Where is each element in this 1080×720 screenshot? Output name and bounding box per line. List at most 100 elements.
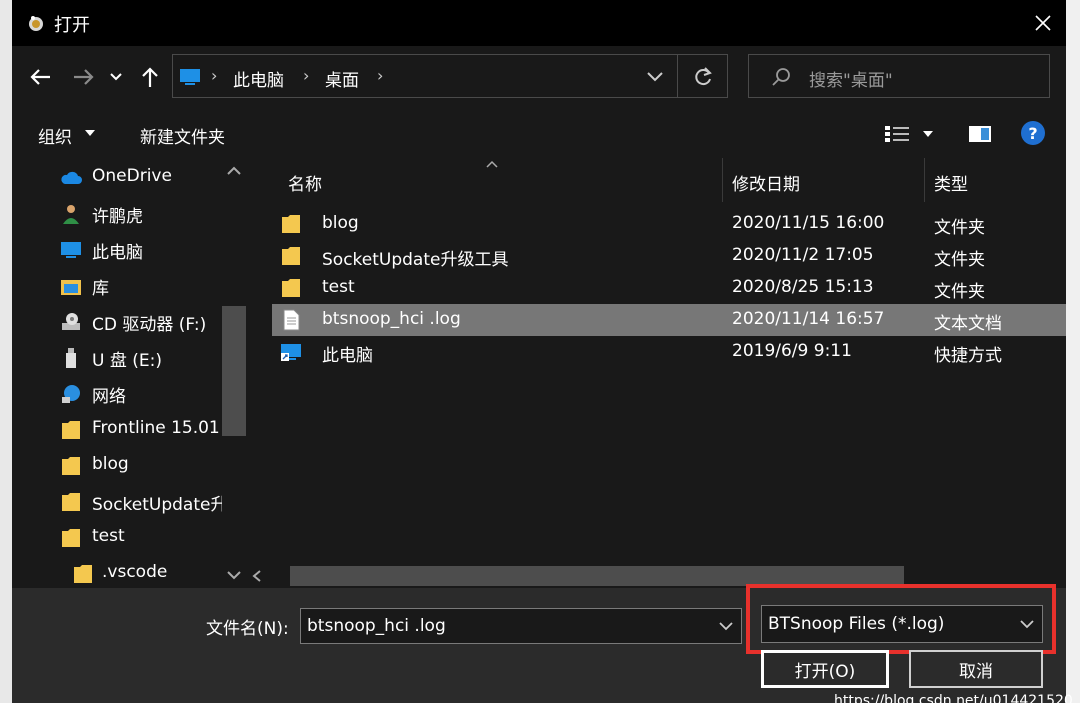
file-name: test — [322, 277, 355, 297]
organize-button[interactable]: 组织 — [38, 123, 72, 148]
library-icon — [61, 280, 81, 295]
column-header-name[interactable]: 名称 — [288, 170, 322, 195]
folder-icon — [74, 565, 92, 583]
sidebar-item-label: OneDrive — [92, 166, 172, 186]
watermark-text: https://blog.csdn.net/u014421520 — [834, 693, 1073, 709]
help-button[interactable]: ? — [1021, 121, 1045, 145]
file-row-btsnoop-log[interactable]: btsnoop_hci .log 2020/11/14 16:57 文本文档 — [272, 304, 1066, 336]
cancel-button[interactable]: 取消 — [909, 650, 1043, 688]
scrollbar-thumb[interactable] — [222, 306, 246, 436]
sidebar-item-socketupdate[interactable]: SocketUpdate升 — [12, 484, 232, 518]
refresh-icon[interactable] — [691, 65, 715, 89]
file-row-test[interactable]: test 2020/8/25 15:13 文件夹 — [272, 272, 1066, 304]
search-placeholder: 搜索"桌面" — [809, 71, 893, 91]
sidebar-item-onedrive[interactable]: OneDrive — [12, 160, 232, 194]
user-icon — [63, 205, 79, 224]
cd-drive-icon — [62, 313, 80, 330]
recent-locations-button[interactable] — [106, 60, 126, 94]
sidebar-item-label: 许鹏虎 — [92, 207, 143, 227]
chevron-down-icon[interactable] — [719, 621, 733, 631]
file-row-blog[interactable]: blog 2020/11/15 16:00 文件夹 — [272, 208, 1066, 240]
column-header-type[interactable]: 类型 — [934, 170, 968, 195]
folder-icon — [282, 215, 300, 233]
folder-icon — [62, 457, 80, 475]
folder-icon — [62, 421, 80, 439]
sort-ascending-icon — [486, 160, 498, 168]
shortcut-icon — [281, 344, 301, 361]
search-icon — [772, 68, 790, 86]
filename-input[interactable]: btsnoop_hci .log — [300, 608, 742, 644]
chevron-down-icon — [1020, 620, 1034, 629]
breadcrumb-separator: › — [211, 66, 218, 85]
usb-drive-icon — [66, 348, 76, 368]
file-date: 2019/6/9 9:11 — [732, 341, 852, 361]
breadcrumb-separator: › — [303, 66, 310, 85]
sidebar-item-label: blog — [92, 454, 129, 474]
chevron-down-icon[interactable] — [643, 67, 667, 87]
breadcrumb-desktop[interactable]: 桌面 — [325, 66, 359, 91]
chevron-left-icon[interactable] — [252, 570, 262, 582]
file-name: SocketUpdate升级工具 — [322, 250, 509, 270]
filename-label: 文件名(N): — [206, 619, 289, 639]
computer-icon — [61, 242, 81, 258]
sidebar-item-label: U 盘 (E:) — [92, 351, 162, 371]
chevron-up-icon[interactable] — [227, 166, 241, 176]
sidebar-item-label: SocketUpdate升 — [92, 495, 228, 515]
back-button[interactable] — [26, 60, 54, 94]
caret-down-icon[interactable] — [922, 129, 934, 139]
file-list: 名称 修改日期 类型 blog 2020/11/15 16:00 文件夹 Soc… — [246, 158, 1066, 588]
address-bar[interactable]: › 此电脑 › 桌面 › — [172, 54, 728, 98]
scrollbar-thumb[interactable] — [290, 566, 904, 586]
sidebar-scrollbar[interactable] — [222, 158, 246, 588]
open-file-dialog: 打开 › 此电脑 › 桌面 › 搜索"桌面" 组织 新建文件夹 ? OneDri… — [12, 0, 1073, 709]
background-window-left — [0, 0, 12, 720]
sidebar-item-blog[interactable]: blog — [12, 448, 232, 482]
search-box[interactable]: 搜索"桌面" — [748, 54, 1050, 98]
sidebar-item-label: .vscode — [102, 562, 168, 582]
file-date: 2020/11/15 16:00 — [732, 213, 885, 233]
sidebar-item-vscode[interactable]: .vscode — [12, 556, 232, 588]
file-type: 文件夹 — [934, 250, 985, 270]
sidebar-item-usb-drive[interactable]: U 盘 (E:) — [12, 340, 232, 374]
sidebar-item-library[interactable]: 库 — [12, 268, 232, 302]
navigation-pane: OneDrive 许鹏虎 此电脑 库 CD 驱动器 (F:) U 盘 (E:) … — [12, 158, 246, 588]
chevron-down-icon[interactable] — [227, 570, 241, 580]
file-type-filter-select[interactable]: BTSnoop Files (*.log) — [761, 605, 1043, 643]
dialog-footer: 文件名(N): btsnoop_hci .log BTSnoop Files (… — [12, 584, 1073, 709]
file-type: 快捷方式 — [934, 346, 1002, 366]
arrow-right-icon — [74, 69, 94, 85]
network-icon — [62, 385, 80, 403]
column-divider[interactable] — [722, 158, 723, 202]
sidebar-item-test[interactable]: test — [12, 520, 232, 554]
file-type: 文本文档 — [934, 314, 1002, 334]
forward-button[interactable] — [70, 60, 98, 94]
sidebar-item-label: 网络 — [92, 387, 126, 407]
text-file-icon — [283, 309, 300, 331]
sidebar-item-label: 库 — [92, 279, 109, 299]
window-title: 打开 — [54, 15, 90, 36]
column-header-date[interactable]: 修改日期 — [732, 170, 800, 195]
file-row-socketupdate[interactable]: SocketUpdate升级工具 2020/11/2 17:05 文件夹 — [272, 240, 1066, 272]
view-options-icon[interactable] — [884, 124, 910, 144]
folder-icon — [282, 247, 300, 265]
preview-pane-icon[interactable] — [968, 124, 992, 144]
sidebar-item-frontline[interactable]: Frontline 15.01 — [12, 412, 232, 446]
folder-icon — [62, 493, 80, 511]
close-button[interactable] — [1020, 0, 1066, 46]
new-folder-button[interactable]: 新建文件夹 — [140, 123, 225, 148]
open-button[interactable]: 打开(O) — [761, 650, 889, 688]
sidebar-item-user[interactable]: 许鹏虎 — [12, 196, 232, 230]
column-divider[interactable] — [924, 158, 925, 202]
sidebar-item-network[interactable]: 网络 — [12, 376, 232, 410]
chevron-down-icon — [110, 73, 122, 81]
file-name: blog — [322, 213, 359, 233]
file-row-this-pc-shortcut[interactable]: 此电脑 2019/6/9 9:11 快捷方式 — [272, 336, 1066, 368]
sidebar-item-this-pc[interactable]: 此电脑 — [12, 232, 232, 266]
up-button[interactable] — [136, 60, 164, 94]
breadcrumb-this-pc[interactable]: 此电脑 — [233, 66, 284, 91]
filename-value: btsnoop_hci .log — [307, 616, 446, 636]
app-icon — [29, 16, 43, 31]
file-name: 此电脑 — [322, 346, 373, 366]
breadcrumb-separator: › — [377, 66, 384, 85]
sidebar-item-cd-drive[interactable]: CD 驱动器 (F:) — [12, 304, 232, 338]
